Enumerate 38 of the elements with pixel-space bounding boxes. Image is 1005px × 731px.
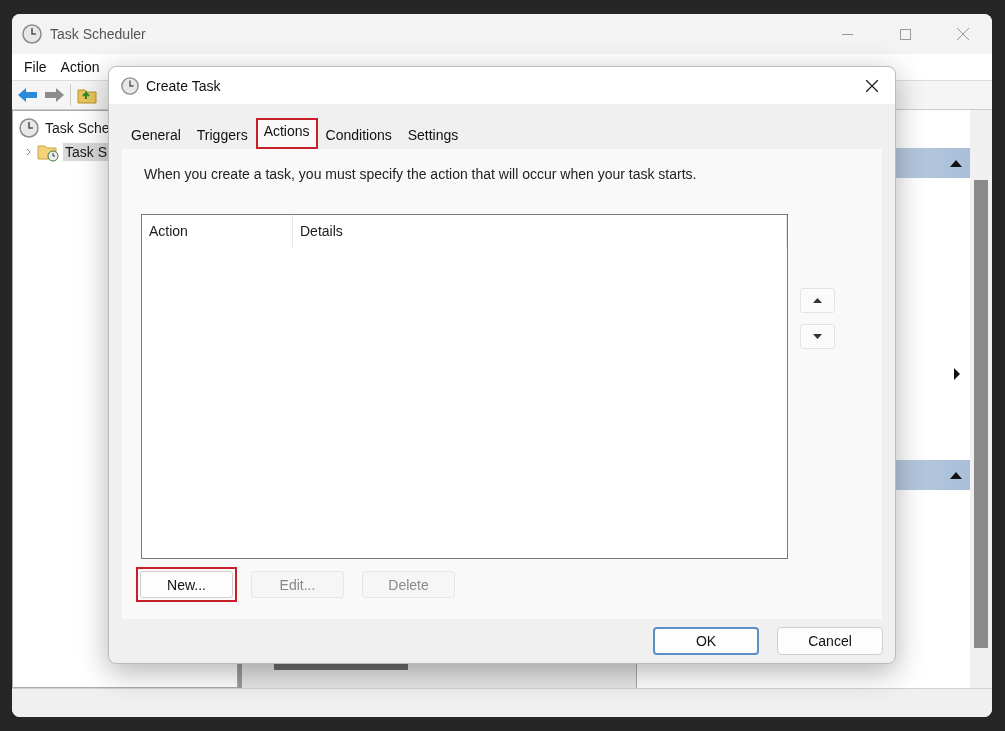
- chevron-right-icon[interactable]: [25, 148, 33, 156]
- app-icon: [22, 24, 42, 44]
- folder-clock-icon: [37, 142, 59, 162]
- collapse-triangle-icon: [950, 471, 962, 479]
- menu-item[interactable]: File: [24, 59, 47, 75]
- actions-list[interactable]: Action Details: [141, 214, 788, 559]
- folder-up-icon[interactable]: [77, 86, 97, 104]
- tab[interactable]: General: [123, 123, 189, 149]
- menu-item[interactable]: Action: [60, 59, 100, 75]
- close-icon: [866, 79, 878, 92]
- clock-icon: [121, 76, 139, 95]
- forward-arrow-icon[interactable]: [44, 87, 64, 103]
- minimize-icon: [841, 33, 853, 35]
- description-text: When you create a task, you must specify the action that will occur when your task starts.: [144, 166, 698, 182]
- tab[interactable]: Settings: [399, 123, 467, 149]
- column-header[interactable]: Action: [142, 215, 293, 247]
- dialog-button[interactable]: OK: [653, 627, 759, 655]
- dialog-title: Create Task: [146, 77, 222, 94]
- tab[interactable]: Triggers: [188, 123, 256, 149]
- move-up-button[interactable]: [800, 288, 835, 313]
- clock-icon: [19, 118, 39, 138]
- tree-item[interactable]: Task S: [63, 143, 109, 161]
- scrollbar-thumb[interactable]: [974, 180, 988, 648]
- column-header[interactable]: Details: [293, 215, 787, 247]
- tab[interactable]: Actions: [255, 118, 318, 149]
- back-arrow-icon[interactable]: [18, 87, 38, 103]
- down-triangle-icon: [813, 334, 822, 339]
- maximize-icon: [899, 28, 911, 40]
- submenu-arrow-icon: [954, 368, 960, 380]
- collapse-triangle-icon: [950, 159, 962, 167]
- close-icon: [957, 28, 969, 40]
- dialog-button[interactable]: Cancel: [777, 627, 883, 655]
- move-down-button[interactable]: [800, 324, 835, 349]
- up-triangle-icon: [813, 298, 822, 303]
- tree-item[interactable]: Task Sche: [43, 119, 112, 137]
- tab[interactable]: Conditions: [317, 123, 400, 149]
- window-title: Task Scheduler: [50, 26, 147, 42]
- list-action-button[interactable]: New...: [140, 571, 233, 598]
